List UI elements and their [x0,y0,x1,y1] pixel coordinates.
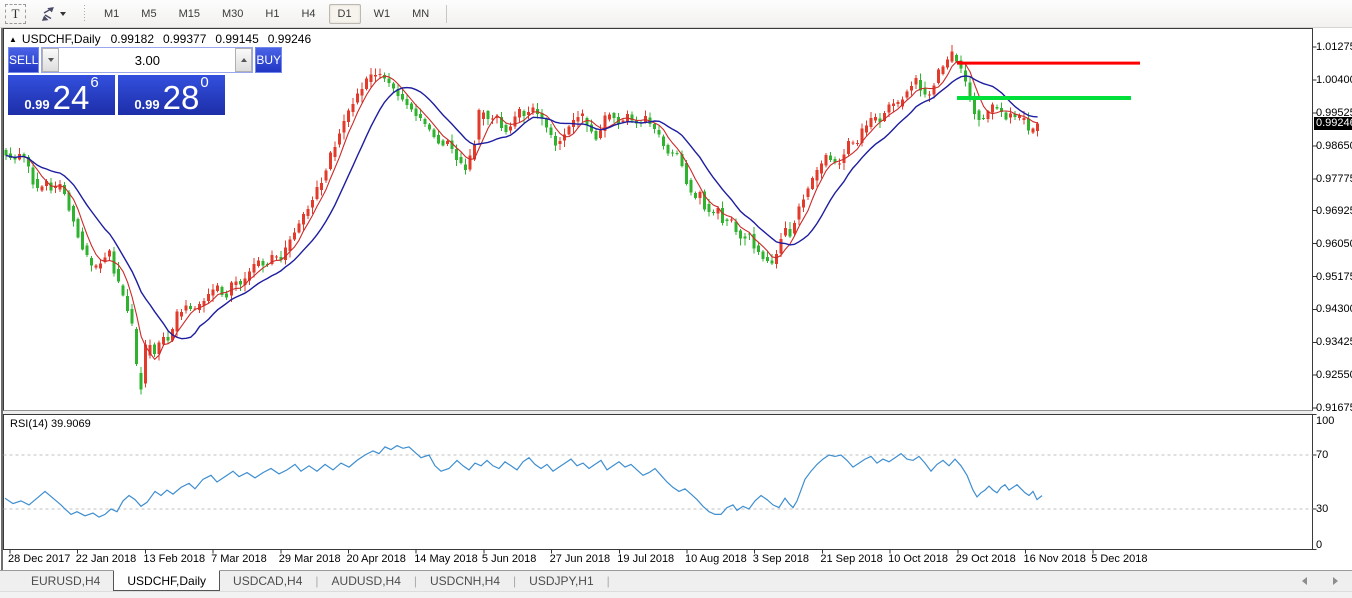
rsi-indicator-label: RSI(14) 39.9069 [10,418,91,430]
date-axis-label: 22 Jan 2018 [76,553,137,565]
ohlc-low: 0.99145 [215,32,258,46]
chart-tab-bar: EURUSD,H4USDCHF,DailyUSDCAD,H4 | AUDUSD,H4… [0,570,1352,591]
rsi-axis-label: 0 [1316,539,1322,551]
chart-symbol-title: USDCHF,Daily [22,32,101,46]
date-axis-label: 7 Mar 2018 [211,553,267,565]
buy-price-point: 0 [200,77,208,89]
chart-title-bar: ▲ USDCHF,Daily 0.99182 0.99377 0.99145 0… [9,32,320,46]
tab-separator: | [607,574,610,588]
price-axis-label: 0.96925 [1316,205,1352,217]
price-axis-label: 0.93425 [1316,336,1352,348]
timeframe-button-h4[interactable]: H4 [292,4,324,24]
date-axis-label: 19 Jul 2018 [617,553,674,565]
toolbar-separator-grip [82,5,87,23]
sell-price-pips: 24 [53,84,90,112]
current-price-tag: 0.99246 [1314,117,1352,130]
tab-eurusd-h4[interactable]: EURUSD,H4 [18,571,113,591]
collapse-chart-icon[interactable]: ▲ [9,35,17,44]
rsi-axis-label: 100 [1316,415,1334,427]
price-axis-label: 0.98650 [1316,140,1352,152]
rsi-axis-label: 70 [1316,449,1328,461]
tab-scroll-right-button[interactable] [1333,577,1338,585]
date-axis-label: 27 Jun 2018 [550,553,611,565]
date-axis-label: 10 Oct 2018 [888,553,948,565]
price-axis-label: 0.97775 [1316,173,1352,185]
arrow-right-icon [1333,577,1338,585]
volume-input[interactable] [59,48,235,72]
date-axis-label: 14 May 2018 [414,553,478,565]
timeframe-button-m1[interactable]: M1 [95,4,128,24]
double-arrow-icon [40,7,55,21]
timeframe-button-w1[interactable]: W1 [365,4,400,24]
one-click-trading-panel: SELL BUY 0.99 24 6 0.99 28 0 [8,47,227,115]
date-axis-label: 29 Oct 2018 [956,553,1016,565]
buy-price-prefix: 0.99 [134,97,159,112]
date-axis-label: 5 Dec 2018 [1091,553,1147,565]
cursor-arrows-tool-button[interactable] [36,4,70,24]
price-axis-label: 0.92550 [1316,369,1352,381]
price-axis-label: 0.91675 [1316,402,1352,414]
tab-usdchf-daily[interactable]: USDCHF,Daily [113,570,220,591]
tab-scroll-left-button[interactable] [1302,577,1307,585]
price-axis-label: 1.01275 [1316,41,1352,53]
arrow-left-icon [1302,577,1307,585]
date-axis-label: 3 Sep 2018 [753,553,809,565]
buy-button[interactable]: BUY [255,47,282,73]
timeframe-button-d1[interactable]: D1 [329,4,361,24]
tab-audusd-h4[interactable]: AUDUSD,H4 [319,571,414,591]
caret-down-icon [48,58,54,62]
date-axis-label: 5 Jun 2018 [482,553,536,565]
timeframe-toolbar: M1M5M15M30H1H4D1W1MN [95,4,442,24]
chart-window: ▲ USDCHF,Daily 0.99182 0.99377 0.99145 0… [0,28,1352,570]
timeframe-button-h1[interactable]: H1 [256,4,288,24]
timeframe-button-m5[interactable]: M5 [132,4,165,24]
buy-price-pips: 28 [163,84,200,112]
timeframe-button-m15[interactable]: M15 [170,4,209,24]
caret-up-icon [241,58,247,62]
timeframe-button-mn[interactable]: MN [403,4,438,24]
price-axis-label: 0.96050 [1316,238,1352,250]
sell-price-button[interactable]: 0.99 24 6 [8,75,115,115]
volume-decrease-button[interactable] [42,48,59,72]
mt4-window: T M1M5M15M30H1H4D1W1MN ▲ USDCHF,Daily 0.… [0,0,1352,598]
chevron-down-icon[interactable] [60,12,66,16]
volume-increase-button[interactable] [235,48,252,72]
sell-button[interactable]: SELL [8,47,39,73]
top-toolbar: T M1M5M15M30H1H4D1W1MN [0,0,1352,28]
status-strip [0,591,1352,598]
toolbar-separator [446,5,447,23]
date-axis-label: 29 Mar 2018 [279,553,341,565]
tab-usdcad-h4[interactable]: USDCAD,H4 [220,571,315,591]
rsi-axis-label: 30 [1316,503,1328,515]
date-axis-label: 21 Sep 2018 [820,553,882,565]
text-tool-button[interactable]: T [5,4,26,24]
sell-price-prefix: 0.99 [24,97,49,112]
date-axis-label: 16 Nov 2018 [1024,553,1086,565]
buy-price-button[interactable]: 0.99 28 0 [118,75,225,115]
ohlc-high: 0.99377 [163,32,206,46]
date-axis-label: 10 Aug 2018 [685,553,747,565]
price-axis-label: 0.94300 [1316,303,1352,315]
ohlc-open: 0.99182 [111,32,154,46]
tab-usdjpy-h1[interactable]: USDJPY,H1 [516,571,606,591]
ohlc-close: 0.99246 [268,32,311,46]
sell-price-point: 6 [90,77,98,89]
price-axis-label: 1.00400 [1316,74,1352,86]
date-axis-label: 13 Feb 2018 [143,553,205,565]
volume-spinner [41,47,253,73]
chart-tabs: EURUSD,H4USDCHF,DailyUSDCAD,H4 | AUDUSD,H4… [0,571,610,591]
date-axis-label: 20 Apr 2018 [347,553,406,565]
timeframe-button-m30[interactable]: M30 [213,4,252,24]
tab-scroll-controls [1302,571,1338,591]
price-axis-label: 0.95175 [1316,271,1352,283]
date-axis-label: 28 Dec 2017 [8,553,70,565]
tab-usdcnh-h4[interactable]: USDCNH,H4 [417,571,513,591]
